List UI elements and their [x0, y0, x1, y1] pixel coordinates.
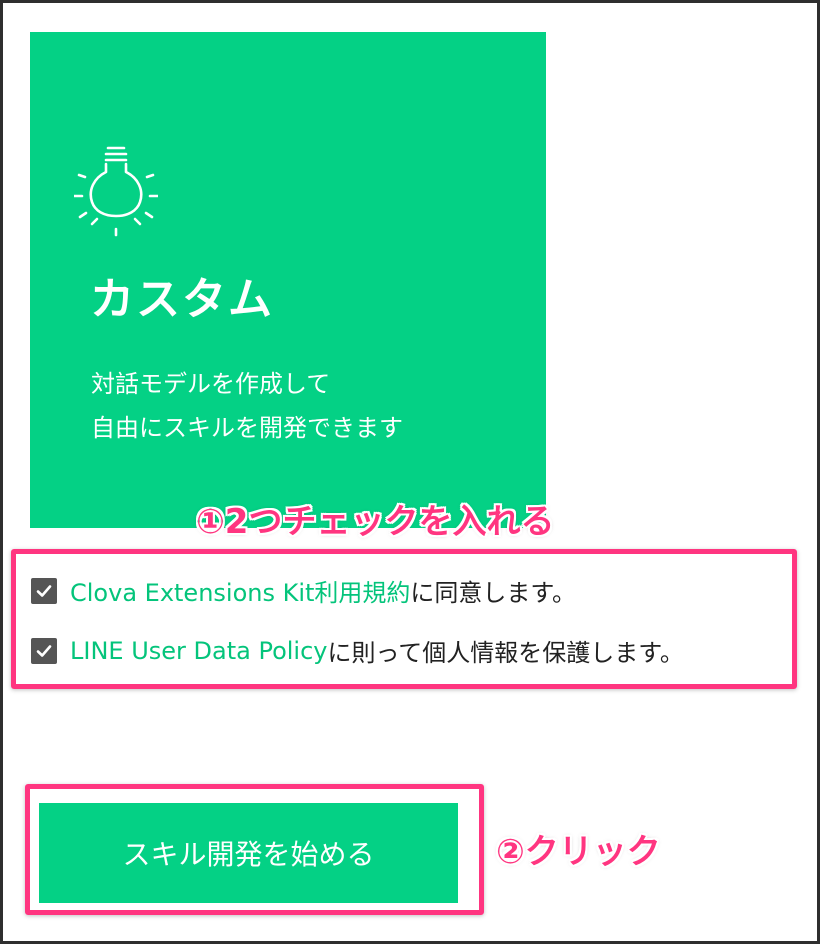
card-description: 対話モデルを作成して 自由にスキルを開発できます	[91, 362, 403, 450]
checkmark-icon	[36, 584, 52, 597]
start-skill-development-button[interactable]: スキル開発を始める	[39, 803, 458, 903]
terms-checkbox[interactable]	[31, 577, 57, 604]
annotation-step1: ①2つチェックを入れる	[196, 502, 555, 542]
card-description-line2: 自由にスキルを開発できます	[91, 414, 403, 442]
card-title: カスタム	[90, 274, 274, 325]
agreement-row-policy: LINE User Data Policy に則って個人情報を保護します。	[31, 633, 684, 668]
card-description-line1: 対話モデルを作成して	[91, 370, 331, 398]
policy-checkbox[interactable]	[31, 637, 57, 664]
checkmark-icon	[36, 644, 52, 657]
agreement-row-terms: Clova Extensions Kit利用規約 に同意します。	[31, 573, 576, 608]
lightbulb-icon	[74, 146, 158, 237]
policy-suffix: に則って個人情報を保護します。	[327, 639, 684, 667]
policy-link[interactable]: LINE User Data Policy	[70, 637, 328, 665]
terms-link[interactable]: Clova Extensions Kit利用規約	[70, 573, 410, 608]
terms-suffix: に同意します。	[410, 579, 577, 607]
annotation-step2: ②クリック	[496, 832, 661, 872]
highlight-box-checkboxes	[11, 549, 797, 689]
custom-skill-card[interactable]: カスタム 対話モデルを作成して 自由にスキルを開発できます	[30, 32, 546, 528]
